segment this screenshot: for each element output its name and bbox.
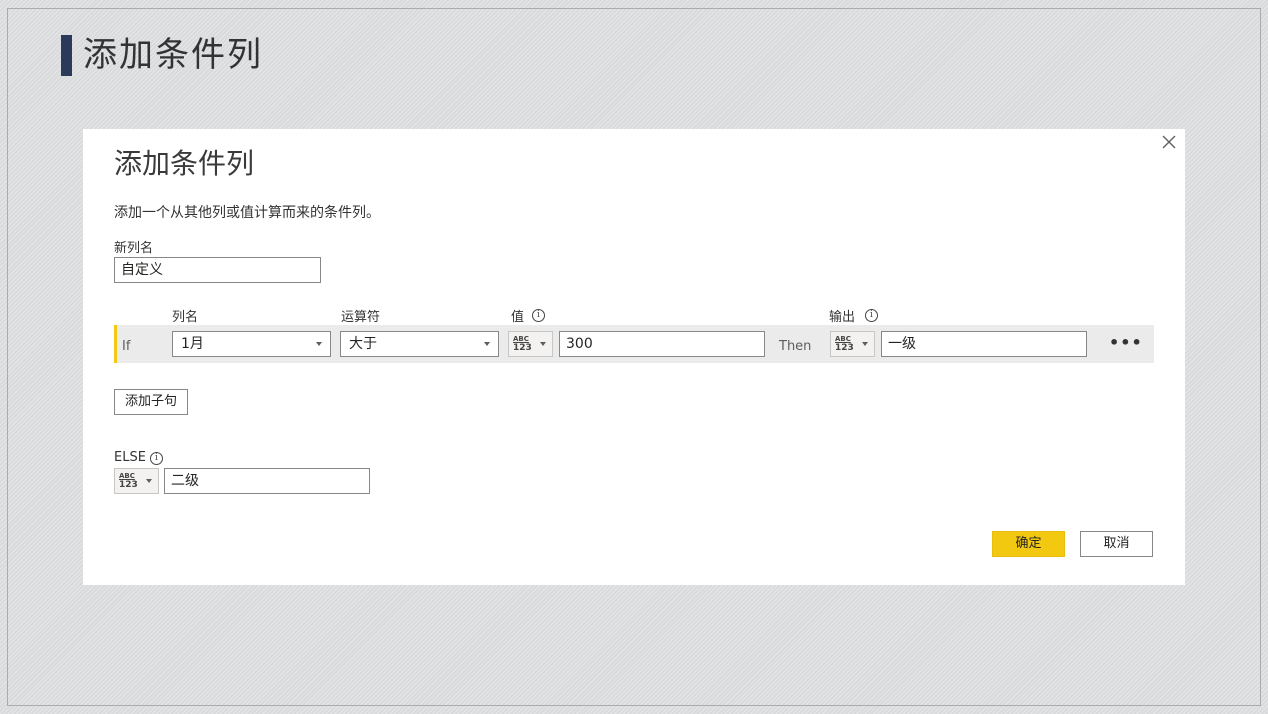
ok-button[interactable]: 确定 xyxy=(992,531,1065,557)
number-type-icon: 123 xyxy=(835,343,854,353)
operator-header: 运算符 xyxy=(341,310,381,325)
dialog-title: 添加条件列 xyxy=(114,147,255,180)
value-type-picker[interactable]: ABC 123 xyxy=(508,331,553,357)
slide-title-accent xyxy=(61,35,72,76)
operator-dropdown-value: 大于 xyxy=(349,336,377,352)
value-header: 值 xyxy=(511,310,525,325)
add-clause-button[interactable]: 添加子句 xyxy=(114,389,188,415)
operator-dropdown[interactable]: 大于 xyxy=(340,331,499,357)
abc-type-icon: ABC xyxy=(835,335,851,343)
if-keyword: If xyxy=(122,339,131,354)
number-type-icon: 123 xyxy=(513,343,532,353)
value-info-icon[interactable]: i xyxy=(532,309,545,322)
more-options-icon[interactable]: ••• xyxy=(1109,333,1143,352)
chevron-down-icon xyxy=(540,342,546,346)
column-dropdown-value: 1月 xyxy=(181,336,204,352)
output-header: 输出 xyxy=(829,310,856,325)
else-info-icon[interactable]: i xyxy=(150,452,163,465)
new-column-name-input[interactable]: 自定义 xyxy=(114,257,321,283)
close-icon[interactable] xyxy=(1159,132,1179,152)
chevron-down-icon xyxy=(862,342,868,346)
column-name-header: 列名 xyxy=(172,310,199,325)
output-input[interactable]: 一级 xyxy=(881,331,1087,357)
chevron-down-icon xyxy=(316,342,322,346)
value-input[interactable]: 300 xyxy=(559,331,765,357)
number-type-icon: 123 xyxy=(119,480,138,490)
else-type-picker[interactable]: ABC 123 xyxy=(114,468,159,494)
output-info-icon[interactable]: i xyxy=(865,309,878,322)
new-column-label: 新列名 xyxy=(114,241,154,256)
else-label: ELSE xyxy=(114,450,146,465)
slide-title: 添加条件列 xyxy=(83,35,263,75)
output-type-picker[interactable]: ABC 123 xyxy=(830,331,875,357)
column-dropdown[interactable]: 1月 xyxy=(172,331,331,357)
abc-type-icon: ABC xyxy=(513,335,529,343)
add-conditional-column-dialog: 添加条件列 添加一个从其他列或值计算而来的条件列。 新列名 自定义 列名 运算符… xyxy=(83,129,1185,585)
dialog-description: 添加一个从其他列或值计算而来的条件列。 xyxy=(114,205,380,221)
cancel-button[interactable]: 取消 xyxy=(1080,531,1153,557)
condition-row: If 1月 大于 ABC 123 300 Then ABC 123 一级 ••• xyxy=(114,325,1154,363)
chevron-down-icon xyxy=(146,479,152,483)
else-input[interactable]: 二级 xyxy=(164,468,370,494)
chevron-down-icon xyxy=(484,342,490,346)
then-keyword: Then xyxy=(779,339,812,354)
abc-type-icon: ABC xyxy=(119,472,135,480)
